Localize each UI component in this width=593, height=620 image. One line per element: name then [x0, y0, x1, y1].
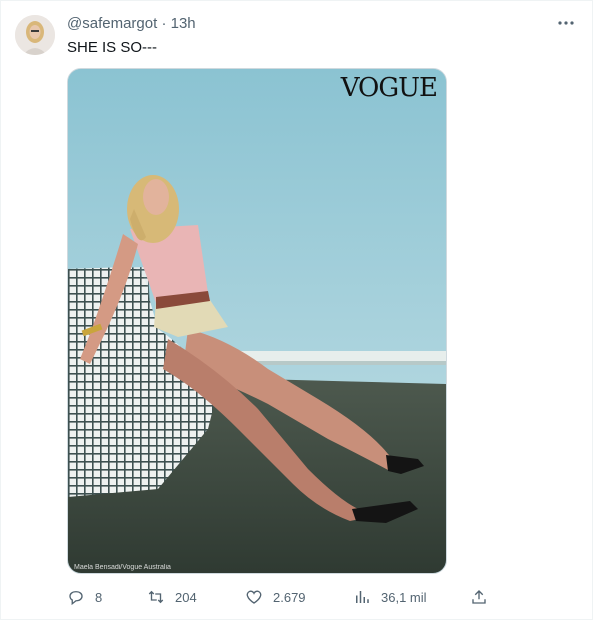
photo-credit: Maela Bensadi/Vogue Australia	[74, 564, 171, 571]
share-button[interactable]	[470, 586, 498, 608]
more-horizontal-icon[interactable]	[557, 14, 575, 37]
like-button[interactable]: 2.679	[245, 586, 306, 608]
views-count: 36,1 mil	[381, 589, 427, 605]
tweet-header: @safemargot · 13h	[67, 15, 196, 32]
retweet-count: 204	[175, 589, 197, 605]
retweet-icon	[148, 590, 164, 604]
like-count: 2.679	[273, 589, 306, 605]
user-handle[interactable]: @safemargot	[67, 15, 157, 32]
reply-count: 8	[95, 589, 103, 605]
views-icon	[356, 591, 369, 603]
retweet-button[interactable]: 204	[147, 586, 197, 608]
heart-icon	[246, 590, 262, 604]
avatar[interactable]	[15, 15, 55, 55]
tweet-actions: 8 204 2.679 36,1 mil	[67, 586, 491, 608]
tweet-time[interactable]: · 13h	[161, 15, 195, 32]
tweet-media-image[interactable]: VOGUE Maela Bensadi/Vogue Australia	[67, 68, 447, 574]
reply-icon	[69, 591, 83, 606]
vogue-logo: VOGUE	[340, 73, 438, 103]
share-icon	[472, 590, 486, 604]
tweet-text: SHE IS SO---	[67, 39, 158, 56]
reply-button[interactable]: 8	[67, 586, 102, 608]
views-button[interactable]: 36,1 mil	[353, 586, 427, 608]
